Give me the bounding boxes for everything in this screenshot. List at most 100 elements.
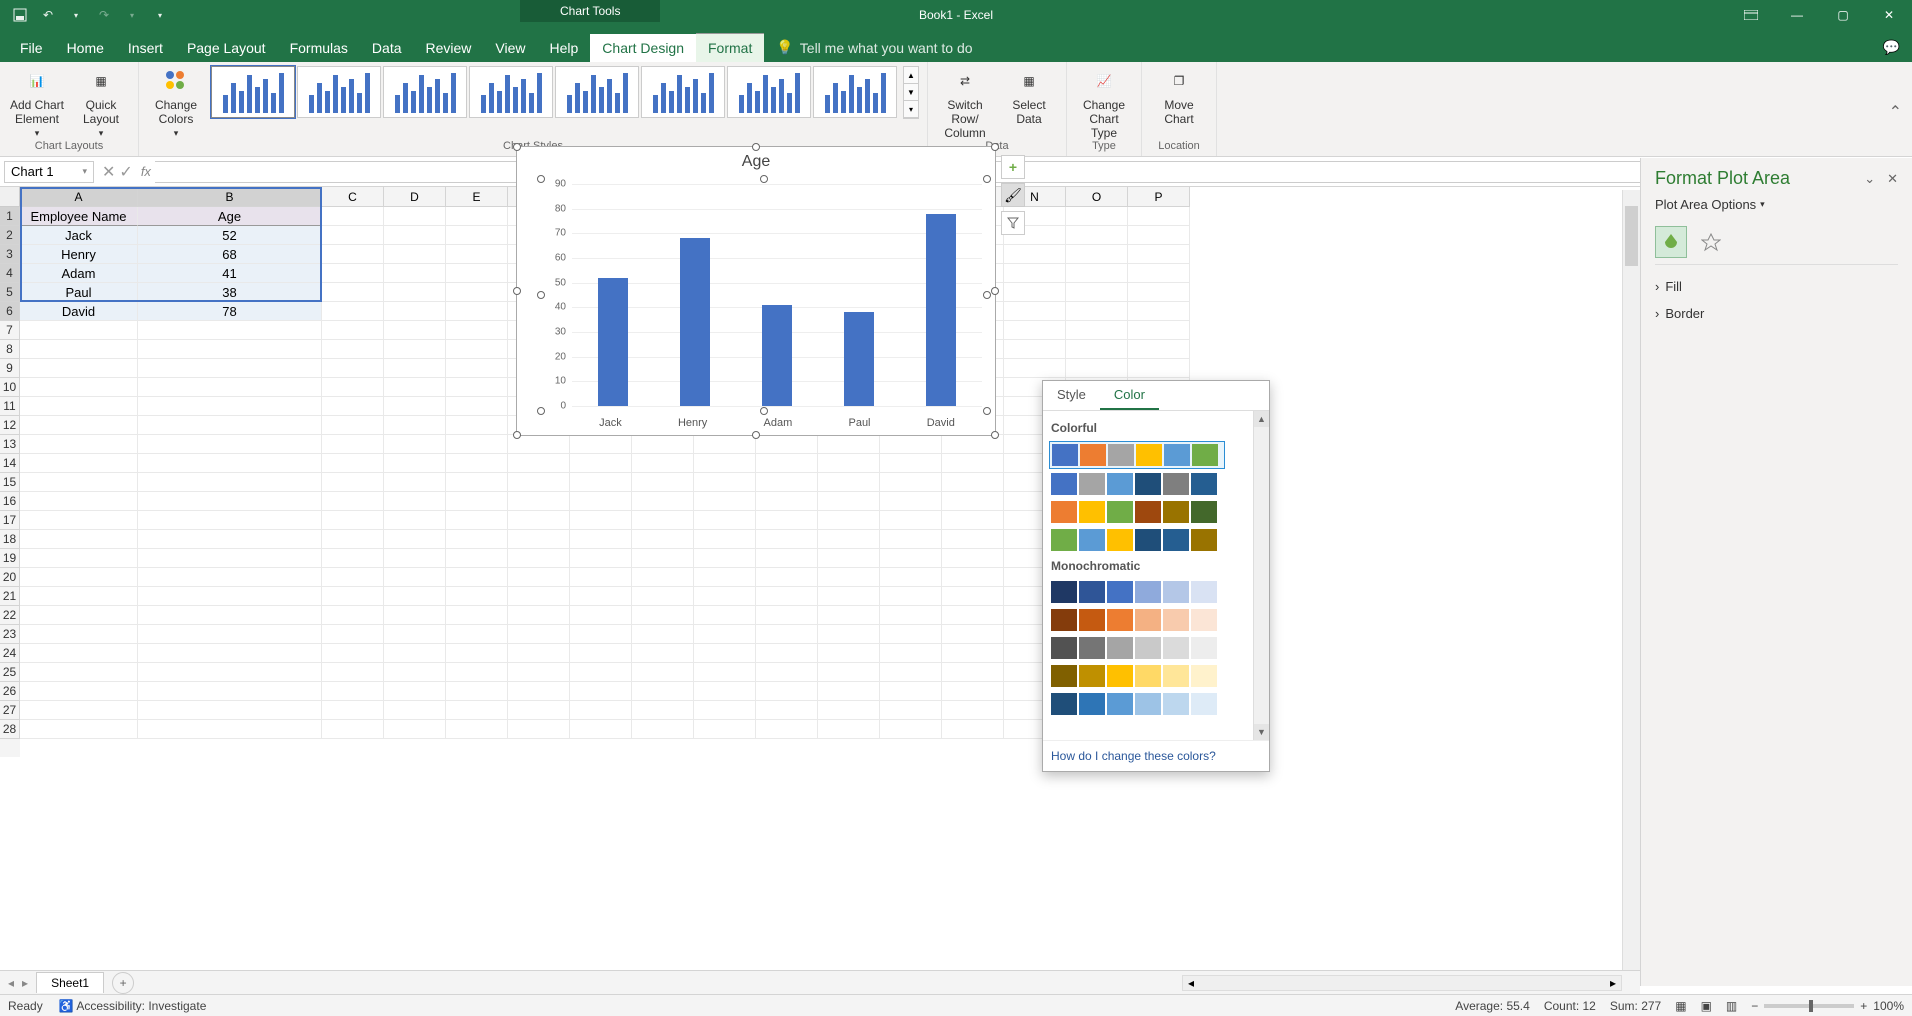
cell[interactable] — [322, 568, 384, 587]
cell[interactable] — [632, 625, 694, 644]
cell[interactable] — [880, 644, 942, 663]
cell[interactable] — [446, 359, 508, 378]
gallery-down-icon[interactable]: ▼ — [904, 84, 918, 101]
name-box[interactable]: Chart 1▾ — [4, 161, 94, 183]
cell[interactable] — [384, 625, 446, 644]
column-header[interactable]: E — [446, 187, 508, 207]
cell[interactable] — [632, 682, 694, 701]
view-page-break-icon[interactable]: ▥ — [1726, 999, 1737, 1013]
cell[interactable] — [20, 549, 138, 568]
cell[interactable] — [138, 340, 322, 359]
cell[interactable] — [446, 264, 508, 283]
cell[interactable] — [446, 568, 508, 587]
color-palette-option[interactable] — [1049, 441, 1225, 469]
cell[interactable] — [570, 720, 632, 739]
fx-icon[interactable]: fx — [141, 164, 155, 179]
cell[interactable] — [384, 397, 446, 416]
cell[interactable] — [756, 454, 818, 473]
cell[interactable] — [1066, 226, 1128, 245]
cell[interactable] — [1004, 264, 1066, 283]
cell[interactable] — [138, 625, 322, 644]
cell[interactable] — [942, 568, 1004, 587]
cell[interactable] — [632, 587, 694, 606]
row-header[interactable]: 3 — [0, 245, 20, 264]
cell[interactable] — [446, 245, 508, 264]
cell[interactable] — [818, 720, 880, 739]
cell[interactable] — [384, 283, 446, 302]
cell[interactable] — [138, 682, 322, 701]
fill-line-tab-icon[interactable] — [1655, 226, 1687, 258]
cell[interactable] — [632, 454, 694, 473]
cell[interactable] — [1128, 264, 1190, 283]
chart-style-thumb[interactable] — [211, 66, 295, 118]
row-header[interactable]: 5 — [0, 283, 20, 302]
cell[interactable] — [508, 644, 570, 663]
row-header[interactable]: 27 — [0, 701, 20, 720]
cell[interactable]: Adam — [20, 264, 138, 283]
cell[interactable] — [446, 454, 508, 473]
cell[interactable] — [1128, 340, 1190, 359]
undo-dropdown-icon[interactable]: ▾ — [64, 3, 88, 27]
accessibility-status[interactable]: ♿ Accessibility: Investigate — [59, 999, 207, 1013]
cell[interactable] — [1066, 207, 1128, 226]
cell[interactable] — [632, 511, 694, 530]
cell[interactable] — [1128, 245, 1190, 264]
cell[interactable] — [322, 264, 384, 283]
save-icon[interactable] — [8, 3, 32, 27]
cell[interactable]: 38 — [138, 283, 322, 302]
zoom-level[interactable]: 100% — [1873, 999, 1904, 1013]
tab-insert[interactable]: Insert — [116, 34, 175, 62]
horizontal-scrollbar[interactable]: ◂▸ — [1182, 975, 1622, 991]
chart-object[interactable]: Age 0102030405060708090 JackHenryAdamPau… — [516, 146, 996, 436]
color-palette-option[interactable] — [1049, 579, 1225, 605]
cell[interactable]: 68 — [138, 245, 322, 264]
cell[interactable] — [384, 302, 446, 321]
cell[interactable] — [1128, 226, 1190, 245]
cell[interactable]: Jack — [20, 226, 138, 245]
cell[interactable] — [322, 606, 384, 625]
cell[interactable] — [446, 416, 508, 435]
cancel-formula-icon[interactable]: ✕ — [102, 162, 115, 182]
flyout-tab-color[interactable]: Color — [1100, 381, 1159, 410]
cell[interactable] — [508, 492, 570, 511]
cell[interactable] — [384, 701, 446, 720]
tab-page-layout[interactable]: Page Layout — [175, 34, 278, 62]
color-palette-option[interactable] — [1049, 635, 1225, 661]
cell[interactable] — [632, 701, 694, 720]
cell[interactable] — [1128, 359, 1190, 378]
cell[interactable] — [446, 397, 508, 416]
cell[interactable] — [322, 283, 384, 302]
tell-me-search[interactable]: 💡 Tell me what you want to do — [764, 33, 984, 62]
cell[interactable] — [570, 549, 632, 568]
effects-tab-icon[interactable] — [1695, 226, 1727, 258]
row-header[interactable]: 15 — [0, 473, 20, 492]
cell[interactable] — [138, 454, 322, 473]
cell[interactable] — [20, 587, 138, 606]
cell[interactable] — [570, 492, 632, 511]
flyout-help-link[interactable]: How do I change these colors? — [1043, 740, 1269, 771]
cell[interactable] — [138, 359, 322, 378]
cell[interactable] — [322, 492, 384, 511]
tab-review[interactable]: Review — [414, 34, 484, 62]
color-palette-option[interactable] — [1049, 663, 1225, 689]
cell[interactable] — [508, 511, 570, 530]
cell[interactable] — [818, 644, 880, 663]
chart-style-thumb[interactable] — [727, 66, 811, 118]
tab-format[interactable]: Format — [696, 33, 764, 62]
row-header[interactable]: 10 — [0, 378, 20, 397]
tab-data[interactable]: Data — [360, 34, 414, 62]
cell[interactable] — [384, 207, 446, 226]
chart-title[interactable]: Age — [517, 147, 995, 177]
cell[interactable] — [1128, 321, 1190, 340]
cell[interactable] — [818, 568, 880, 587]
cell[interactable] — [322, 321, 384, 340]
cell[interactable] — [138, 435, 322, 454]
row-header[interactable]: 28 — [0, 720, 20, 739]
cell[interactable] — [322, 245, 384, 264]
cell[interactable] — [446, 340, 508, 359]
cell[interactable] — [756, 530, 818, 549]
row-header[interactable]: 21 — [0, 587, 20, 606]
cell[interactable] — [446, 644, 508, 663]
cell[interactable] — [880, 492, 942, 511]
border-section[interactable]: ›Border — [1655, 300, 1898, 327]
